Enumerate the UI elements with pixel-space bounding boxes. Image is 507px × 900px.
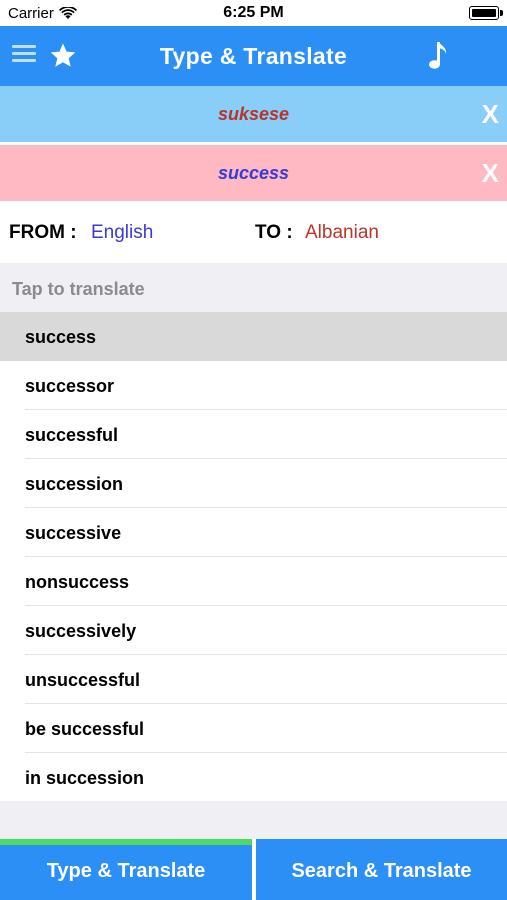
list-item[interactable]: successively	[0, 606, 507, 655]
translation-result-row: suksese X	[0, 86, 507, 142]
active-tab-indicator	[0, 839, 252, 845]
list-item[interactable]: be successful	[0, 704, 507, 753]
status-time: 6:25 PM	[223, 4, 284, 21]
language-selector: FROM : English TO : Albanian	[0, 201, 507, 263]
list-item-label: success	[25, 327, 97, 347]
from-language[interactable]: English	[91, 222, 153, 244]
suggestions-header: Tap to translate	[0, 263, 507, 312]
list-item[interactable]: successive	[0, 508, 507, 557]
from-label: FROM :	[9, 222, 77, 243]
tab-type-translate[interactable]: Type & Translate	[0, 839, 252, 900]
list-item-label: unsuccessful	[25, 670, 141, 690]
list-item[interactable]: successful	[0, 410, 507, 459]
list-item[interactable]: succession	[0, 459, 507, 508]
battery-icon	[469, 6, 503, 20]
list-item-label: successor	[25, 376, 115, 396]
status-bar: Carrier 6:25 PM	[0, 0, 507, 26]
list-item-label: be successful	[25, 719, 145, 739]
list-item-label: successively	[25, 621, 137, 641]
source-text-row[interactable]: success X	[0, 145, 507, 201]
source-text[interactable]: success	[0, 163, 507, 184]
list-item-label: nonsuccess	[25, 572, 130, 592]
list-item-label: succession	[25, 474, 124, 494]
list-item-label: in succession	[25, 768, 145, 788]
to-label: TO :	[255, 222, 293, 243]
list-item-label: successful	[25, 425, 119, 445]
list-footer	[0, 801, 507, 839]
list-item[interactable]: in succession	[0, 753, 507, 802]
suggestions-header-label: Tap to translate	[12, 279, 145, 299]
tab-search-translate[interactable]: Search & Translate	[256, 839, 507, 900]
list-item[interactable]: successor	[0, 361, 507, 410]
tab-type-translate-label: Type & Translate	[46, 860, 206, 882]
tab-bar: Type & Translate Search & Translate	[0, 839, 507, 900]
nav-bar: Type & Translate	[0, 26, 507, 86]
translation-text: suksese	[217, 104, 290, 124]
clear-translation-button[interactable]: X	[482, 99, 499, 130]
list-item[interactable]: unsuccessful	[0, 655, 507, 704]
list-item-label: successive	[25, 523, 122, 543]
list-item[interactable]: nonsuccess	[0, 557, 507, 606]
clear-source-button[interactable]: X	[482, 158, 499, 189]
list-item[interactable]: success	[0, 312, 507, 361]
suggestion-list: success successor successful succession …	[0, 312, 507, 801]
tab-search-translate-label: Search & Translate	[291, 860, 472, 882]
music-note-icon[interactable]	[425, 40, 451, 72]
to-language[interactable]: Albanian	[305, 222, 379, 244]
